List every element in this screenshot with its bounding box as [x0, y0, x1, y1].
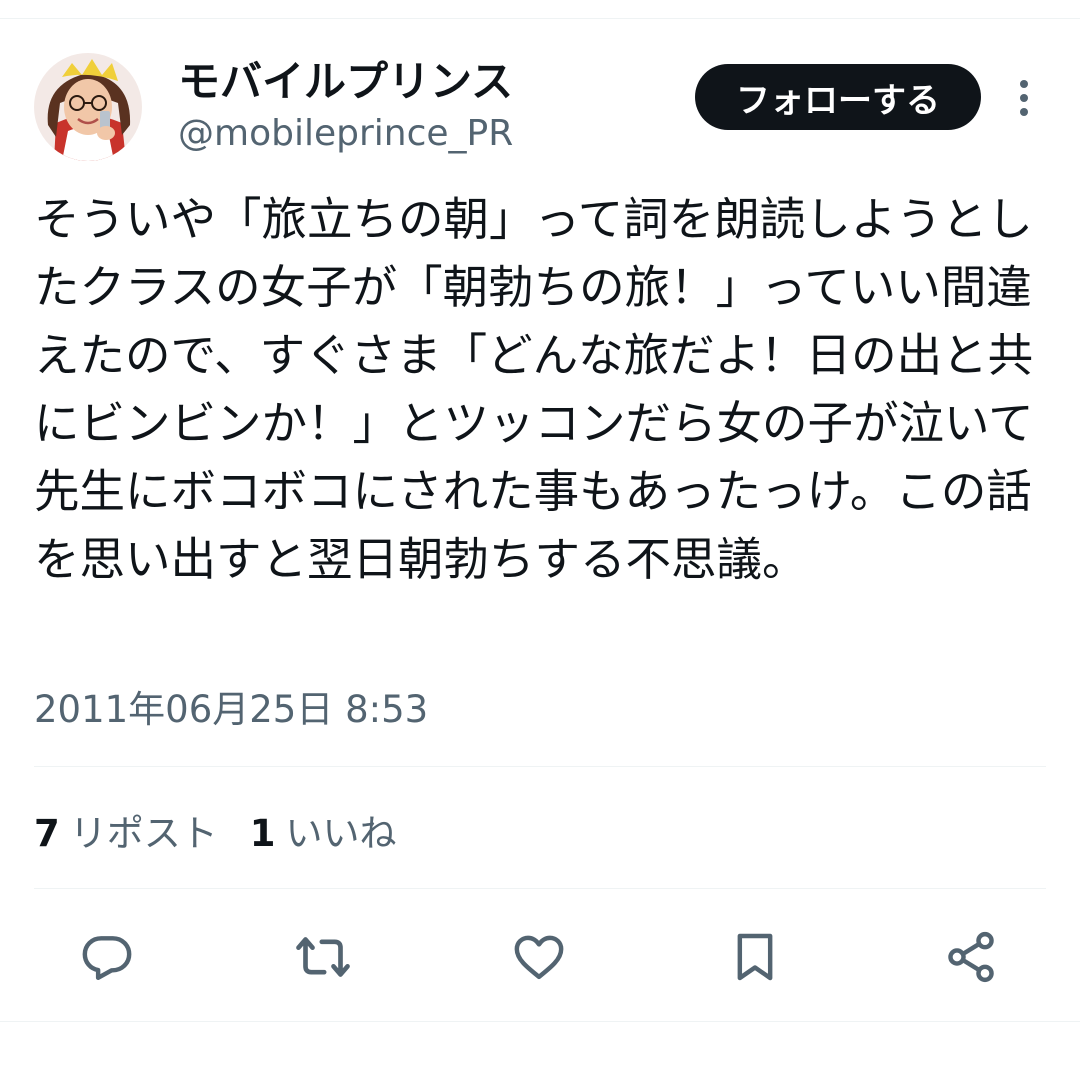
like-stat[interactable]: 1 いいね: [250, 803, 397, 857]
like-icon: [514, 935, 564, 980]
bookmark-button[interactable]: [725, 927, 785, 987]
bookmark-icon: [737, 933, 773, 981]
repost-count: 7: [34, 812, 60, 855]
divider: [34, 888, 1046, 889]
like-button[interactable]: [509, 927, 569, 987]
share-button[interactable]: [941, 927, 1001, 987]
display-name[interactable]: モバイルプリンス: [178, 56, 513, 108]
like-count: 1: [249, 812, 276, 855]
engagement-stats: 7 リポスト 1 いいね: [34, 804, 429, 856]
reply-button[interactable]: [77, 927, 137, 987]
more-options-icon[interactable]: [1008, 78, 1040, 118]
reply-icon: [82, 936, 132, 980]
tweet-text: そういや「旅立ちの朝」って詞を朗読しようとしたクラスの女子が「朝勃ちの旅！」って…: [34, 193, 1034, 586]
follow-button[interactable]: フォローする: [695, 64, 981, 130]
tweet-timestamp[interactable]: 2011年06月25日 8:53: [34, 686, 428, 734]
like-label: いいね: [285, 812, 397, 855]
repost-button[interactable]: [293, 927, 353, 987]
avatar[interactable]: [34, 53, 142, 161]
bottom-divider: [0, 1021, 1080, 1022]
share-icon: [948, 931, 994, 983]
repost-icon: [296, 937, 350, 977]
divider: [34, 766, 1046, 767]
top-divider: [0, 18, 1080, 19]
repost-stat[interactable]: 7 リポスト: [34, 803, 218, 857]
user-handle[interactable]: @mobileprince_PR: [178, 112, 513, 156]
repost-label: リポスト: [69, 812, 218, 855]
